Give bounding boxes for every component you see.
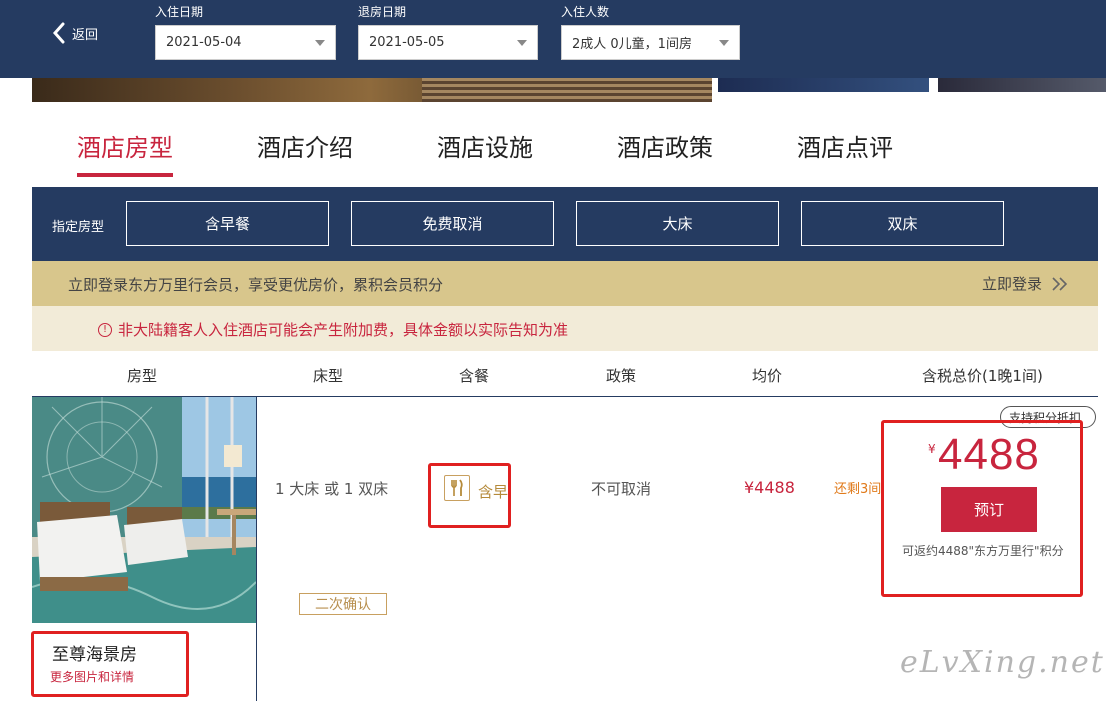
rooms-remaining: 还剩3间 xyxy=(834,482,882,497)
confirm-badge: 二次确认 xyxy=(299,593,387,615)
room-table-header: 房型 床型 含餐 政策 均价 含税总价(1晚1间) xyxy=(32,351,1098,397)
col-room-type: 房型 xyxy=(127,367,158,385)
col-avg-price: 均价 xyxy=(752,367,783,385)
cancel-policy: 不可取消 xyxy=(591,480,652,498)
checkout-label: 退房日期 xyxy=(358,5,407,19)
guests-label: 入住人数 xyxy=(561,5,610,19)
filter-chip-free-cancel[interactable]: 免费取消 xyxy=(351,201,554,246)
double-chevron-right-icon xyxy=(1052,276,1068,291)
gallery-image-thumb[interactable] xyxy=(938,78,1106,92)
surcharge-notice: ! 非大陆籍客人入住酒店可能会产生附加费，具体金额以实际告知为准 xyxy=(32,306,1098,351)
checkin-value: 2021-05-04 xyxy=(166,35,242,50)
chevron-left-icon xyxy=(52,22,65,44)
login-label: 立即登录 xyxy=(981,275,1042,293)
checkin-select[interactable]: 2021-05-04 xyxy=(155,25,336,60)
col-bed-type: 床型 xyxy=(313,367,344,385)
back-button[interactable]: 返回 xyxy=(52,22,98,44)
tab-reviews[interactable]: 酒店点评 xyxy=(797,128,893,163)
highlight-box xyxy=(881,420,1083,597)
chevron-down-icon xyxy=(719,39,729,46)
info-icon: ! xyxy=(98,322,112,337)
room-filter-bar: 指定房型 含早餐 免费取消 大床 双床 xyxy=(32,187,1098,261)
guests-select[interactable]: 2成人 0儿童，1间房 xyxy=(561,25,740,60)
member-banner: 立即登录东方万里行会员，享受更优房价，累积会员积分 立即登录 xyxy=(32,261,1098,306)
search-header: 返回 入住日期 2021-05-04 退房日期 2021-05-05 入住人数 … xyxy=(0,0,1106,78)
highlight-box xyxy=(31,631,189,697)
checkout-select[interactable]: 2021-05-05 xyxy=(358,25,538,60)
checkout-value: 2021-05-05 xyxy=(369,35,445,50)
tab-facilities[interactable]: 酒店设施 xyxy=(437,128,533,163)
gallery-image-main[interactable] xyxy=(32,78,712,102)
filter-label: 指定房型 xyxy=(52,220,105,235)
checkin-label: 入住日期 xyxy=(155,5,204,19)
tab-hotel-intro[interactable]: 酒店介绍 xyxy=(257,128,353,163)
tab-policies[interactable]: 酒店政策 xyxy=(617,128,713,163)
login-link[interactable]: 立即登录 xyxy=(982,273,1070,294)
average-price: ¥4488 xyxy=(744,478,795,497)
col-meal: 含餐 xyxy=(459,367,490,385)
chevron-down-icon xyxy=(517,39,527,46)
bed-type: 1 大床 或 1 双床 xyxy=(275,480,389,498)
filter-chip-twin-bed[interactable]: 双床 xyxy=(801,201,1004,246)
room-photo[interactable] xyxy=(32,397,256,623)
gallery-image-thumb[interactable] xyxy=(718,78,929,92)
guests-value: 2成人 0儿童，1间房 xyxy=(572,37,692,52)
col-policy: 政策 xyxy=(606,367,637,385)
tab-room-types[interactable]: 酒店房型 xyxy=(77,128,173,177)
filter-chip-breakfast[interactable]: 含早餐 xyxy=(126,201,329,246)
watermark: eLvXing.net xyxy=(900,645,1105,680)
hotel-booking-page: 返回 入住日期 2021-05-04 退房日期 2021-05-05 入住人数 … xyxy=(0,0,1106,701)
col-total-price: 含税总价(1晚1间) xyxy=(922,367,1043,385)
member-banner-text: 立即登录东方万里行会员，享受更优房价，累积会员积分 xyxy=(68,276,444,294)
highlight-box xyxy=(428,463,511,528)
notice-text: 非大陆籍客人入住酒店可能会产生附加费，具体金额以实际告知为准 xyxy=(118,321,569,339)
filter-chip-king-bed[interactable]: 大床 xyxy=(576,201,779,246)
back-label: 返回 xyxy=(72,27,99,43)
column-divider xyxy=(256,397,257,701)
chevron-down-icon xyxy=(315,39,325,46)
